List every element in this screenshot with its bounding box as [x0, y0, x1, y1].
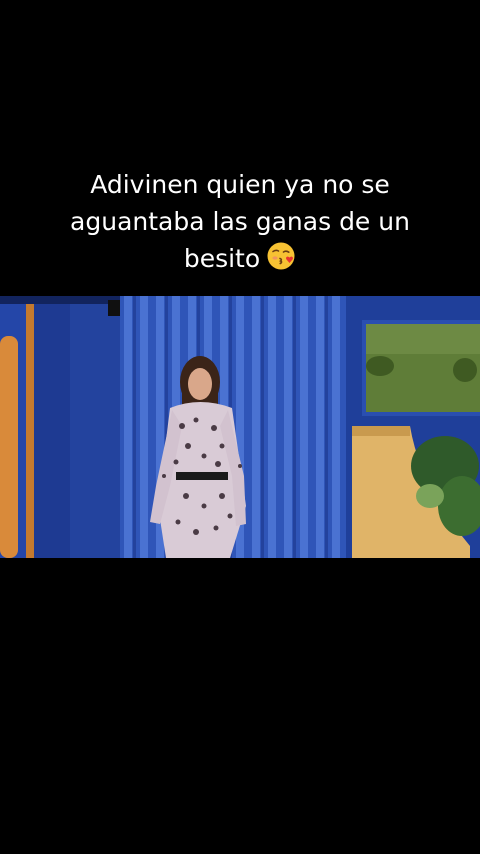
kiss-emoji-icon	[266, 241, 296, 281]
video-caption: Adivinen quien ya no se aguantaba las ga…	[20, 166, 460, 281]
video-frame[interactable]	[0, 296, 480, 558]
caption-line-3: besito	[20, 240, 460, 281]
video-scene-illustration	[0, 296, 480, 558]
caption-line-2: aguantaba las ganas de un	[70, 207, 410, 236]
video-screen[interactable]: Adivinen quien ya no se aguantaba las ga…	[0, 0, 480, 854]
caption-line-3-text: besito	[183, 244, 261, 273]
caption-line-1: Adivinen quien ya no se	[90, 170, 390, 199]
